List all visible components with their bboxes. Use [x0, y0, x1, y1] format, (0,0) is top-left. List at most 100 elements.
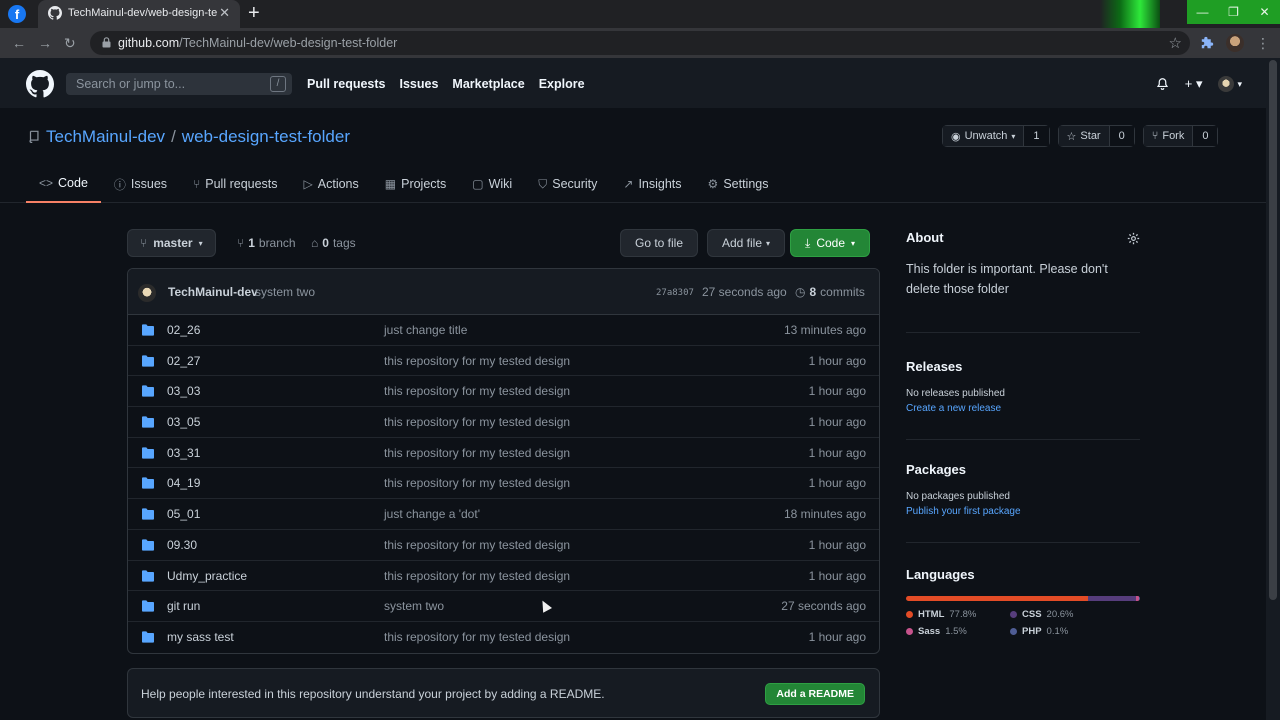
tab-insights[interactable]: ↗ Insights [610, 165, 694, 203]
browser-tab-active[interactable]: TechMainul-dev/web-design-te... ✕ [38, 0, 240, 28]
close-window-icon[interactable]: ✕ [1249, 0, 1280, 24]
file-row[interactable]: 05_01 just change a 'dot' 18 minutes ago [128, 499, 879, 530]
facebook-tab-icon[interactable]: f [8, 5, 26, 23]
language-item[interactable]: HTML 77.8% [906, 609, 990, 620]
fork-count[interactable]: 0 [1193, 126, 1218, 146]
language-item[interactable]: Sass 1.5% [906, 626, 990, 637]
commit-sha[interactable]: 27a8307 [656, 288, 694, 298]
file-commit-message[interactable]: this repository for my tested design [384, 476, 570, 490]
scrollbar-thumb[interactable] [1269, 60, 1277, 600]
profile-avatar[interactable] [1226, 34, 1244, 52]
add-readme-button[interactable]: Add a README [765, 683, 865, 705]
tags-link[interactable]: ⌂ 0 tags [311, 236, 356, 250]
back-arrow-icon[interactable]: ← [12, 35, 26, 51]
file-row[interactable]: Udmy_practice this repository for my tes… [128, 561, 879, 592]
file-row[interactable]: my sass test this repository for my test… [128, 622, 879, 653]
file-row[interactable]: 04_19 this repository for my tested desi… [128, 468, 879, 500]
file-commit-message[interactable]: this repository for my tested design [384, 538, 570, 552]
publish-package-link[interactable]: Publish your first package [906, 506, 1140, 517]
file-row[interactable]: 03_05 this repository for my tested desi… [128, 407, 879, 438]
forward-arrow-icon[interactable]: → [38, 35, 52, 51]
branches-link[interactable]: ⑂ 1 branch [237, 236, 296, 250]
url-field[interactable]: github.com/TechMainul-dev/web-design-tes… [90, 31, 1190, 55]
repo-name-link[interactable]: web-design-test-folder [182, 127, 350, 147]
file-name[interactable]: 05_01 [167, 507, 200, 521]
file-name[interactable]: 03_03 [167, 384, 200, 398]
file-row[interactable]: 02_26 just change title 13 minutes ago [128, 315, 879, 346]
file-row[interactable]: 02_27 this repository for my tested desi… [128, 346, 879, 377]
packages-heading[interactable]: Packages [906, 462, 1140, 477]
tab-issues[interactable]: ⓘ Issues [101, 165, 180, 203]
file-commit-message[interactable]: this repository for my tested design [384, 569, 570, 583]
commit-author[interactable]: TechMainul-dev [168, 285, 258, 299]
file-commit-message[interactable]: this repository for my tested design [384, 446, 570, 460]
file-name[interactable]: 09.30 [167, 538, 197, 552]
nav-explore[interactable]: Explore [539, 77, 585, 91]
commit-message[interactable]: system two [255, 285, 315, 299]
file-name[interactable]: 02_27 [167, 354, 200, 368]
unwatch-button[interactable]: ◉ Unwatch ▾ [943, 126, 1025, 146]
tab-projects[interactable]: ▦ Projects [372, 165, 460, 203]
minimize-icon[interactable]: — [1187, 0, 1218, 24]
go-to-file-button[interactable]: Go to file [620, 229, 699, 257]
bookmark-star-icon[interactable]: ☆ [1169, 34, 1182, 52]
language-item[interactable]: CSS 20.6% [1010, 609, 1094, 620]
language-color-dot [1010, 611, 1017, 618]
file-name[interactable]: Udmy_practice [167, 569, 247, 583]
branch-select-button[interactable]: ⑂ master ▾ [127, 229, 216, 257]
repo-owner-link[interactable]: TechMainul-dev [46, 127, 165, 147]
create-new-icon[interactable]: + ▾ [1185, 76, 1203, 92]
commit-count: 8 [809, 285, 817, 299]
code-download-button[interactable]: ⤓ Code ▾ [790, 229, 871, 257]
file-name[interactable]: 03_31 [167, 446, 200, 460]
bell-icon[interactable] [1156, 77, 1169, 91]
releases-heading[interactable]: Releases [906, 359, 1140, 374]
star-count[interactable]: 0 [1109, 126, 1134, 146]
tab-settings[interactable]: ⚙ Settings [695, 165, 782, 203]
fork-button[interactable]: ⑂ Fork [1143, 126, 1194, 146]
tab-pull-requests[interactable]: ⑂ Pull requests [180, 165, 290, 203]
star-button[interactable]: ☆ Star [1058, 126, 1110, 146]
extensions-puzzle-icon[interactable] [1201, 36, 1214, 49]
nav-pull-requests[interactable]: Pull requests [307, 77, 386, 91]
user-menu[interactable]: ▾ [1218, 76, 1242, 92]
tab-security[interactable]: ⛉ Security [525, 165, 610, 203]
commit-author-avatar[interactable] [138, 284, 156, 302]
file-commit-message[interactable]: just change a 'dot' [384, 507, 480, 521]
page-scrollbar[interactable] [1266, 58, 1280, 720]
file-name[interactable]: 02_26 [167, 323, 200, 337]
file-name[interactable]: 04_19 [167, 476, 200, 490]
file-name[interactable]: my sass test [167, 630, 234, 644]
add-file-button[interactable]: Add file ▾ [707, 229, 786, 257]
file-row[interactable]: git run system two 27 seconds ago [128, 591, 879, 622]
file-row[interactable]: 09.30 this repository for my tested desi… [128, 530, 879, 561]
commits-link[interactable]: ◷ 8 commits [795, 285, 865, 299]
file-commit-message[interactable]: this repository for my tested design [384, 354, 570, 368]
file-name[interactable]: git run [167, 599, 200, 613]
tab-code[interactable]: <> Code [26, 165, 101, 203]
file-commit-message[interactable]: this repository for my tested design [384, 415, 570, 429]
file-row[interactable]: 03_31 this repository for my tested desi… [128, 438, 879, 469]
search-input[interactable]: Search or jump to... / [66, 73, 292, 95]
file-commit-message[interactable]: just change title [384, 323, 467, 337]
file-commit-message[interactable]: system two [384, 599, 444, 613]
file-name[interactable]: 03_05 [167, 415, 200, 429]
tab-wiki[interactable]: ▢ Wiki [459, 165, 525, 203]
watch-count[interactable]: 1 [1024, 126, 1049, 146]
new-tab-icon[interactable]: + [248, 3, 260, 23]
language-item[interactable]: PHP 0.1% [1010, 626, 1094, 637]
maximize-icon[interactable]: ❐ [1218, 0, 1249, 24]
tab-close-icon[interactable]: ✕ [219, 5, 230, 21]
nav-marketplace[interactable]: Marketplace [452, 77, 524, 91]
about-settings-gear-icon[interactable] [1127, 232, 1140, 245]
gear-icon: ⚙ [707, 177, 719, 191]
tab-actions[interactable]: ▷ Actions [291, 165, 372, 203]
file-commit-message[interactable]: this repository for my tested design [384, 384, 570, 398]
create-release-link[interactable]: Create a new release [906, 403, 1140, 414]
file-commit-message[interactable]: this repository for my tested design [384, 630, 570, 644]
nav-issues[interactable]: Issues [400, 77, 439, 91]
github-logo-icon[interactable] [26, 70, 54, 98]
reload-icon[interactable]: ↻ [64, 35, 76, 52]
file-row[interactable]: 03_03 this repository for my tested desi… [128, 376, 879, 408]
browser-menu-icon[interactable]: ⋮ [1256, 35, 1270, 52]
